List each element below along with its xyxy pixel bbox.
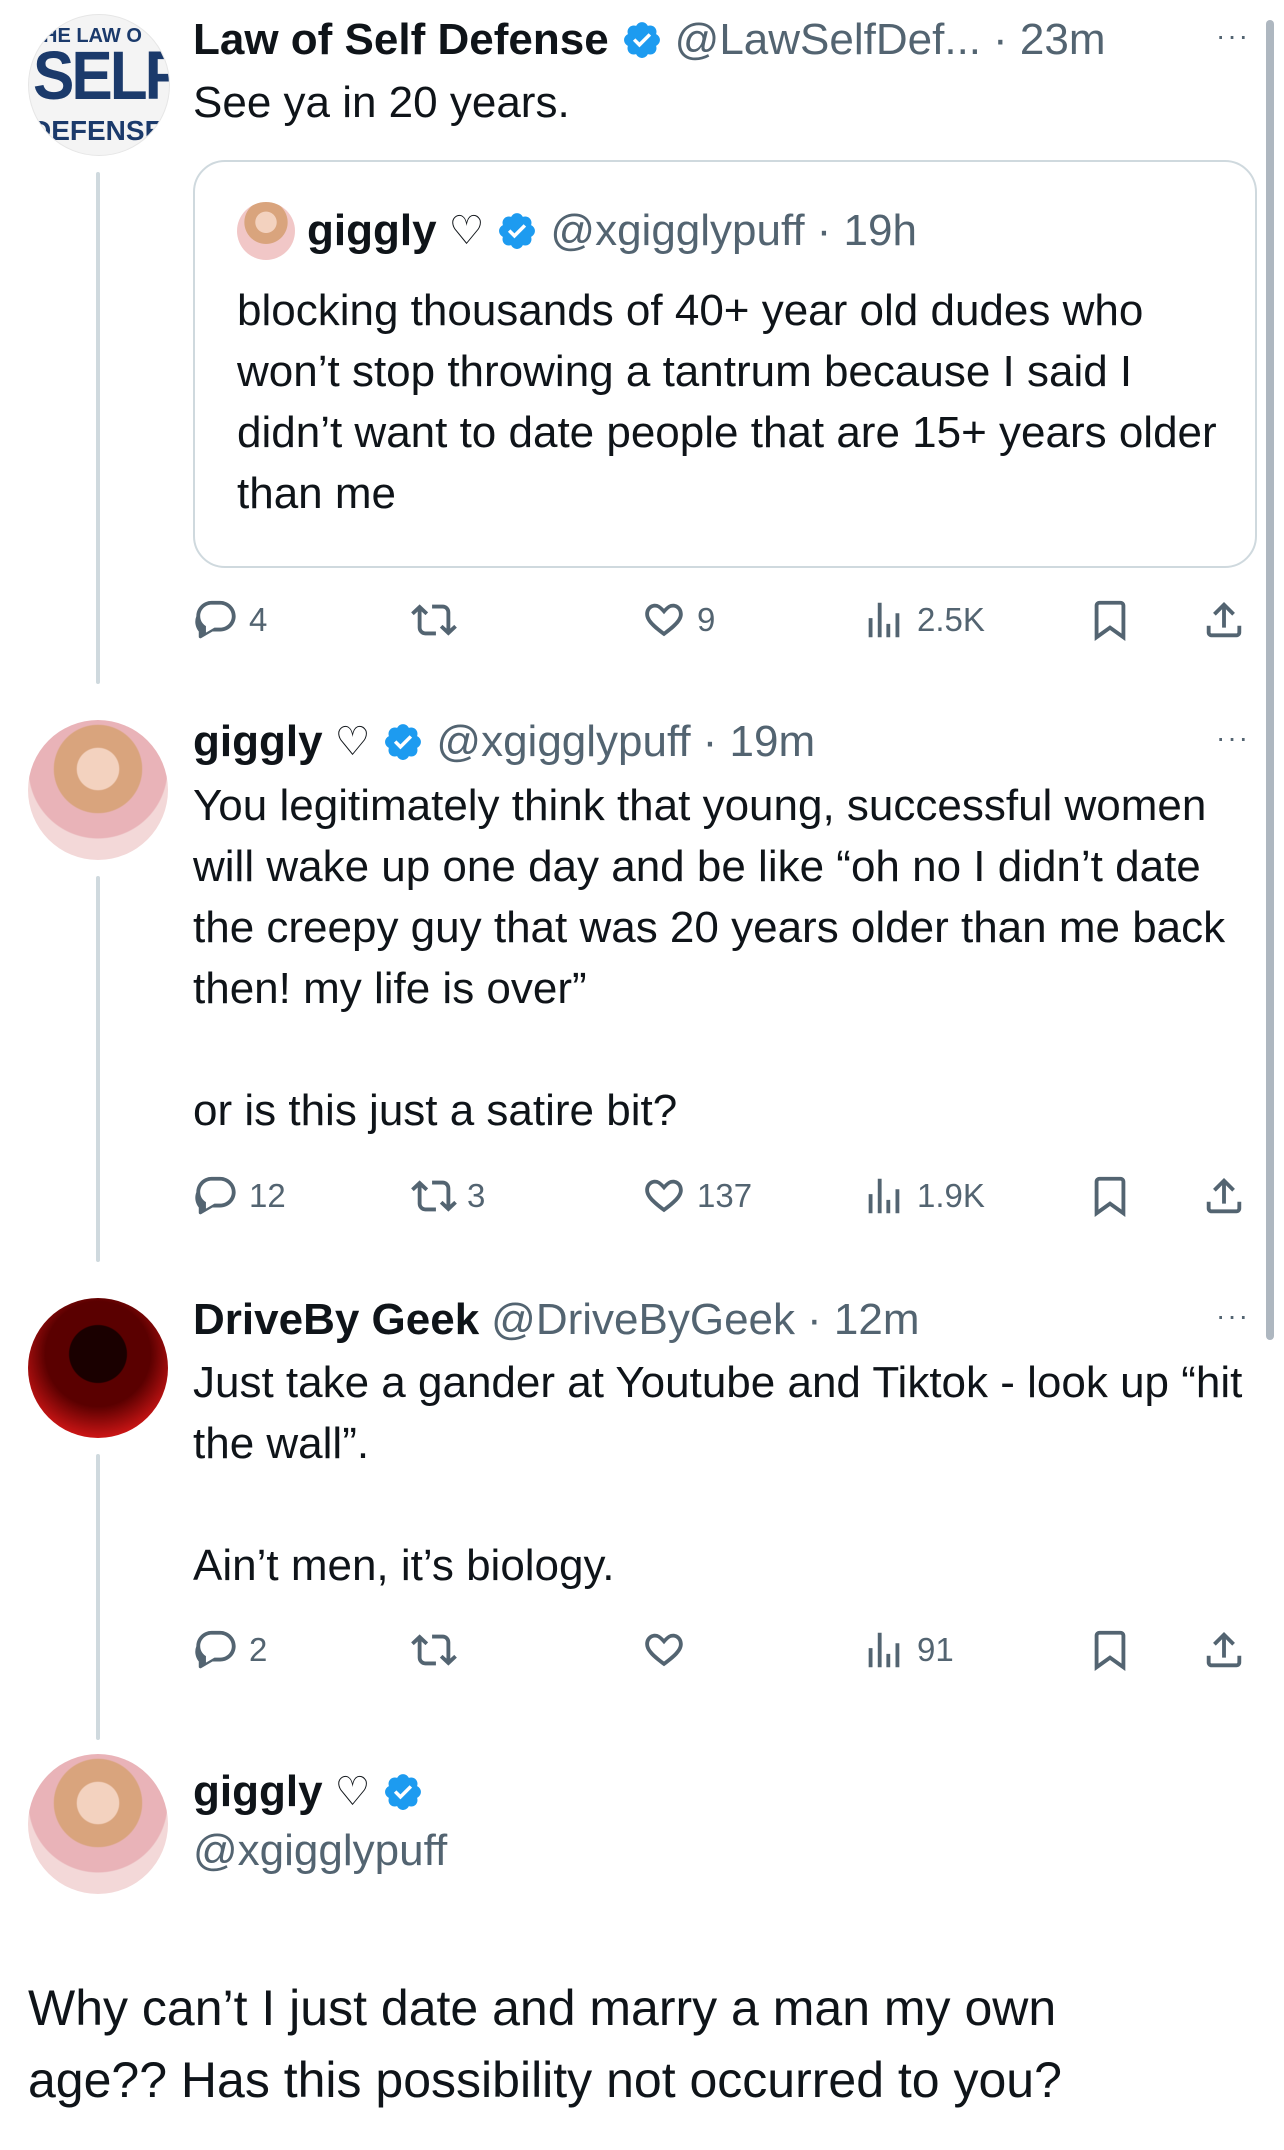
reply-icon (193, 1627, 239, 1673)
bookmark-button[interactable] (1087, 590, 1133, 650)
timestamp: · 19h (816, 206, 917, 255)
timestamp[interactable]: · 19m (703, 717, 815, 767)
share-icon (1201, 1627, 1247, 1673)
thread-connector (96, 1454, 100, 1740)
tweet-header: DriveBy Geek @DriveByGeek · 12m (193, 1290, 920, 1350)
views-icon (861, 1627, 907, 1673)
avatar[interactable] (28, 1298, 168, 1438)
heart-icon (641, 1173, 687, 1219)
retweet-icon (411, 597, 457, 643)
retweet-button[interactable] (411, 590, 467, 650)
quoted-tweet[interactable]: giggly ♡ @xgigglypuff · 19h blocking tho… (193, 160, 1257, 568)
more-options-icon[interactable]: ··· (1216, 722, 1250, 754)
thread-connector (96, 876, 100, 1262)
view-count: 2.5K (917, 601, 985, 638)
views-button[interactable]: 1.9K (861, 1166, 985, 1226)
like-button[interactable]: 137 (641, 1166, 752, 1226)
share-button[interactable] (1201, 1620, 1247, 1680)
views-icon (861, 1173, 907, 1219)
share-icon (1201, 1173, 1247, 1219)
avatar-logo-mid: SELF (33, 38, 170, 115)
reply-count: 12 (249, 1177, 286, 1214)
more-options-icon[interactable]: ··· (1216, 20, 1250, 52)
display-name[interactable]: DriveBy Geek (193, 1295, 479, 1345)
reply-count: 4 (249, 601, 268, 638)
like-count: 9 (697, 601, 716, 638)
like-button[interactable] (641, 1620, 697, 1680)
timestamp[interactable]: · 23m (993, 15, 1105, 65)
share-icon (1201, 597, 1247, 643)
tweet-header: giggly ♡ (193, 1762, 424, 1822)
reply-icon (193, 1173, 239, 1219)
tweet-text: You legitimately think that young, succe… (193, 781, 1226, 1135)
bookmark-icon (1087, 1173, 1133, 1219)
heart-icon (641, 1627, 687, 1673)
views-button[interactable]: 91 (861, 1620, 954, 1680)
display-name: giggly (307, 206, 437, 255)
display-name[interactable]: Law of Self Defense (193, 15, 609, 65)
handle[interactable]: @DriveByGeek (491, 1295, 795, 1345)
avatar-logo-bot: DEFENSE (31, 115, 164, 146)
avatar (237, 202, 295, 260)
view-count: 1.9K (917, 1177, 985, 1214)
retweet-icon (411, 1173, 457, 1219)
handle[interactable]: @xgigglypuff (193, 1826, 447, 1876)
verified-badge-icon (496, 210, 538, 252)
view-count: 91 (917, 1631, 954, 1668)
like-count: 137 (697, 1177, 753, 1214)
handle[interactable]: @xgigglypuff (436, 717, 690, 767)
verified-badge-icon (382, 721, 424, 763)
verified-badge-icon (621, 19, 663, 61)
views-button[interactable]: 2.5K (861, 590, 985, 650)
tweet-text: See ya in 20 years. (193, 78, 570, 127)
display-name[interactable]: giggly (193, 1767, 323, 1817)
tweet-header: Law of Self Defense @LawSelfDef... · 23m (193, 10, 1106, 70)
reply-button[interactable]: 12 (193, 1166, 286, 1226)
heart-emoji: ♡ (334, 720, 371, 764)
tweet-actions: 2 91 (193, 1620, 1263, 1680)
like-button[interactable]: 9 (641, 590, 715, 650)
heart-icon (641, 597, 687, 643)
tweet-text: Just take a gander at Youtube and Tiktok… (193, 1358, 1243, 1590)
verified-badge-icon (382, 1771, 424, 1813)
reply-button[interactable]: 4 (193, 590, 267, 650)
quoted-tweet-header: giggly ♡ @xgigglypuff · 19h (237, 202, 917, 260)
handle[interactable]: @LawSelfDef... (675, 15, 981, 65)
bookmark-icon (1087, 597, 1133, 643)
avatar[interactable] (28, 1754, 168, 1894)
bookmark-button[interactable] (1087, 1620, 1133, 1680)
scrollbar[interactable] (1266, 20, 1274, 1340)
bookmark-button[interactable] (1087, 1166, 1133, 1226)
main-tweet-text: Why can’t I just date and marry a man my… (28, 1980, 1062, 2108)
retweet-button[interactable] (411, 1620, 467, 1680)
bookmark-icon (1087, 1627, 1133, 1673)
timestamp[interactable]: · 12m (807, 1295, 919, 1345)
share-button[interactable] (1201, 1166, 1247, 1226)
quoted-tweet-text: blocking thousands of 40+ year old dudes… (237, 286, 1217, 518)
tweet-actions: 4 9 2.5K (193, 590, 1263, 650)
more-options-icon[interactable]: ··· (1216, 1300, 1250, 1332)
heart-emoji: ♡ (448, 209, 485, 253)
retweet-count: 3 (467, 1177, 486, 1214)
share-button[interactable] (1201, 590, 1247, 650)
reply-icon (193, 597, 239, 643)
thread-connector (96, 172, 100, 684)
tweet-header: giggly ♡ @xgigglypuff · 19m (193, 712, 815, 772)
handle: @xgigglypuff (550, 206, 805, 255)
reply-button[interactable]: 2 (193, 1620, 267, 1680)
tweet-actions: 12 3 137 1.9K (193, 1166, 1263, 1226)
avatar[interactable] (28, 720, 168, 860)
heart-emoji: ♡ (334, 1770, 371, 1814)
display-name[interactable]: giggly (193, 717, 323, 767)
reply-count: 2 (249, 1631, 268, 1668)
retweet-icon (411, 1627, 457, 1673)
views-icon (861, 597, 907, 643)
avatar[interactable]: HE LAW O SELF DEFENSE (28, 14, 170, 156)
retweet-button[interactable]: 3 (411, 1166, 485, 1226)
